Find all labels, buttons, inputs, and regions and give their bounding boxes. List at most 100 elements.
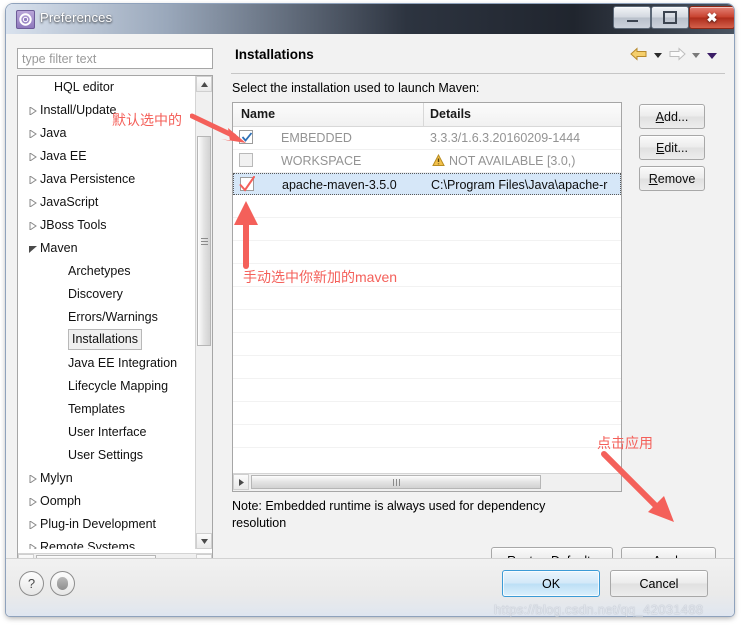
sidebar-item-archetypes[interactable]: Archetypes: [18, 260, 197, 283]
table-empty-row: [233, 310, 621, 333]
sidebar-item-label: User Interface: [68, 425, 147, 439]
sidebar-item-jboss-tools[interactable]: JBoss Tools: [18, 214, 197, 237]
sidebar-item-java-persistence[interactable]: Java Persistence: [18, 168, 197, 191]
table-empty-row: [233, 333, 621, 356]
tree-collapsed-arrow-icon[interactable]: [26, 168, 40, 191]
row-details: 3.3.3/1.6.3.20160209-1444: [430, 131, 581, 145]
filter-input[interactable]: type filter text: [17, 48, 213, 69]
minimize-button[interactable]: [613, 6, 651, 29]
sidebar-item-lifecycle-mapping[interactable]: Lifecycle Mapping: [18, 375, 197, 398]
sidebar-item-label: Templates: [68, 402, 125, 416]
sidebar-item-label: Plug-in Development: [40, 517, 157, 531]
scroll-down-icon[interactable]: [196, 533, 212, 549]
sidebar-item-label: Installations: [68, 329, 143, 350]
sidebar-item-label: Maven: [40, 241, 78, 255]
edit-button[interactable]: Edit...: [639, 135, 705, 160]
edit-label-suffix: dit...: [664, 140, 688, 155]
table-empty-row: [233, 402, 621, 425]
table-header-row: Name Details: [233, 103, 621, 127]
grip-icon: [392, 478, 400, 486]
view-menu-chevron-down-icon[interactable]: [706, 47, 718, 65]
table-empty-row: [233, 195, 621, 218]
scroll-right-icon[interactable]: [233, 474, 249, 490]
scroll-up-icon[interactable]: [196, 76, 212, 92]
sidebar-item-java-ee-integration[interactable]: Java EE Integration: [18, 352, 197, 375]
maximize-icon: [663, 11, 677, 24]
remove-button[interactable]: Remove: [639, 166, 705, 191]
annotation-arrow-to-apache-checkbox: [234, 201, 258, 269]
table-empty-row: [233, 241, 621, 264]
back-history-chevron-down-icon[interactable]: [652, 47, 664, 65]
tree-collapsed-arrow-icon[interactable]: [26, 536, 40, 549]
sidebar-item-label: Errors/Warnings: [68, 310, 158, 324]
table-row[interactable]: WORKSPACE NOT AVAILABLE [3.0,): [233, 150, 621, 173]
sidebar-item-templates[interactable]: Templates: [18, 398, 197, 421]
close-button[interactable]: ✖: [689, 6, 734, 29]
sidebar-item-user-interface[interactable]: User Interface: [18, 421, 197, 444]
tree-collapsed-arrow-icon[interactable]: [26, 191, 40, 214]
row-checkbox[interactable]: [239, 153, 253, 167]
sidebar-item-user-settings[interactable]: User Settings: [18, 444, 197, 467]
sidebar-item-label: Java EE: [40, 149, 87, 163]
ok-button[interactable]: OK: [502, 570, 600, 597]
column-divider[interactable]: [423, 103, 424, 126]
forward-history-chevron-down-icon[interactable]: [690, 47, 702, 65]
table-horizontal-scrollbar[interactable]: [233, 473, 621, 491]
sidebar-item-hql-editor[interactable]: HQL editor: [18, 76, 197, 99]
table-row[interactable]: apache-maven-3.5.0 C:\Program Files\Java\…: [233, 173, 621, 195]
sidebar-item-javascript[interactable]: JavaScript: [18, 191, 197, 214]
tree-collapsed-arrow-icon[interactable]: [26, 145, 40, 168]
add-mnemonic: A: [655, 109, 664, 124]
sidebar-item-mylyn[interactable]: Mylyn: [18, 467, 197, 490]
sidebar-item-java-ee[interactable]: Java EE: [18, 145, 197, 168]
cancel-button[interactable]: Cancel: [610, 570, 708, 597]
tree-scroll-thumb[interactable]: [197, 136, 211, 346]
remove-mnemonic: R: [648, 171, 658, 186]
tray-icon[interactable]: [50, 571, 75, 596]
back-arrow-icon[interactable]: [630, 46, 648, 65]
warning-icon: [432, 154, 445, 166]
title-bar[interactable]: Preferences ✖: [6, 4, 734, 34]
annotation-arrow-to-embedded-checkbox: [190, 113, 246, 143]
sidebar-item-installations[interactable]: Installations: [18, 329, 197, 352]
table-empty-row: [233, 356, 621, 379]
preference-tree[interactable]: HQL editor Install/Update Java Java EE Java …: [18, 76, 197, 549]
preference-tree-panel: HQL editor Install/Update Java Java EE Java …: [17, 75, 213, 572]
tree-collapsed-arrow-icon[interactable]: [26, 214, 40, 237]
page-title: Installations: [235, 47, 314, 62]
add-button[interactable]: Add...: [639, 104, 705, 129]
table-empty-row: [233, 287, 621, 310]
remove-label-suffix: emove: [657, 171, 696, 186]
sidebar-item-label: Lifecycle Mapping: [68, 379, 169, 393]
table-row[interactable]: EMBEDDED 3.3.3/1.6.3.20160209-1444: [233, 127, 621, 150]
sidebar-item-oomph[interactable]: Oomph: [18, 490, 197, 513]
row-details: NOT AVAILABLE [3.0,): [449, 154, 576, 168]
tree-expanded-arrow-icon[interactable]: [26, 237, 40, 260]
installations-table[interactable]: Name Details EMBEDDED 3.3.3/1.6.3.2016020…: [232, 102, 622, 492]
tree-collapsed-arrow-icon[interactable]: [26, 490, 40, 513]
tray-dot-icon: [57, 577, 68, 590]
table-hscroll-thumb[interactable]: [251, 475, 541, 489]
maximize-button[interactable]: [651, 6, 689, 29]
sidebar-item-discovery[interactable]: Discovery: [18, 283, 197, 306]
sidebar-item-label: Java Persistence: [40, 172, 136, 186]
sidebar-item-maven[interactable]: Maven: [18, 237, 197, 260]
sidebar-item-label: User Settings: [68, 448, 144, 462]
table-empty-row: [233, 425, 621, 448]
column-header-details[interactable]: Details: [430, 103, 471, 126]
page-header: Installations: [221, 42, 726, 74]
sidebar-item-label: Archetypes: [68, 264, 131, 278]
table-body: EMBEDDED 3.3.3/1.6.3.20160209-1444 WORKSPA…: [233, 127, 621, 448]
tree-collapsed-arrow-icon[interactable]: [26, 513, 40, 536]
table-empty-row: [233, 379, 621, 402]
tree-collapsed-arrow-icon[interactable]: [26, 99, 40, 122]
row-name: apache-maven-3.5.0: [282, 178, 397, 192]
forward-arrow-icon[interactable]: [668, 46, 686, 65]
preferences-gear-icon: [16, 10, 35, 29]
tree-collapsed-arrow-icon[interactable]: [26, 122, 40, 145]
sidebar-item-plug-in-development[interactable]: Plug-in Development: [18, 513, 197, 536]
tree-collapsed-arrow-icon[interactable]: [26, 467, 40, 490]
sidebar-item-remote-systems[interactable]: Remote Systems: [18, 536, 197, 549]
help-icon[interactable]: ?: [19, 571, 44, 596]
sidebar-item-errors-warnings[interactable]: Errors/Warnings: [18, 306, 197, 329]
